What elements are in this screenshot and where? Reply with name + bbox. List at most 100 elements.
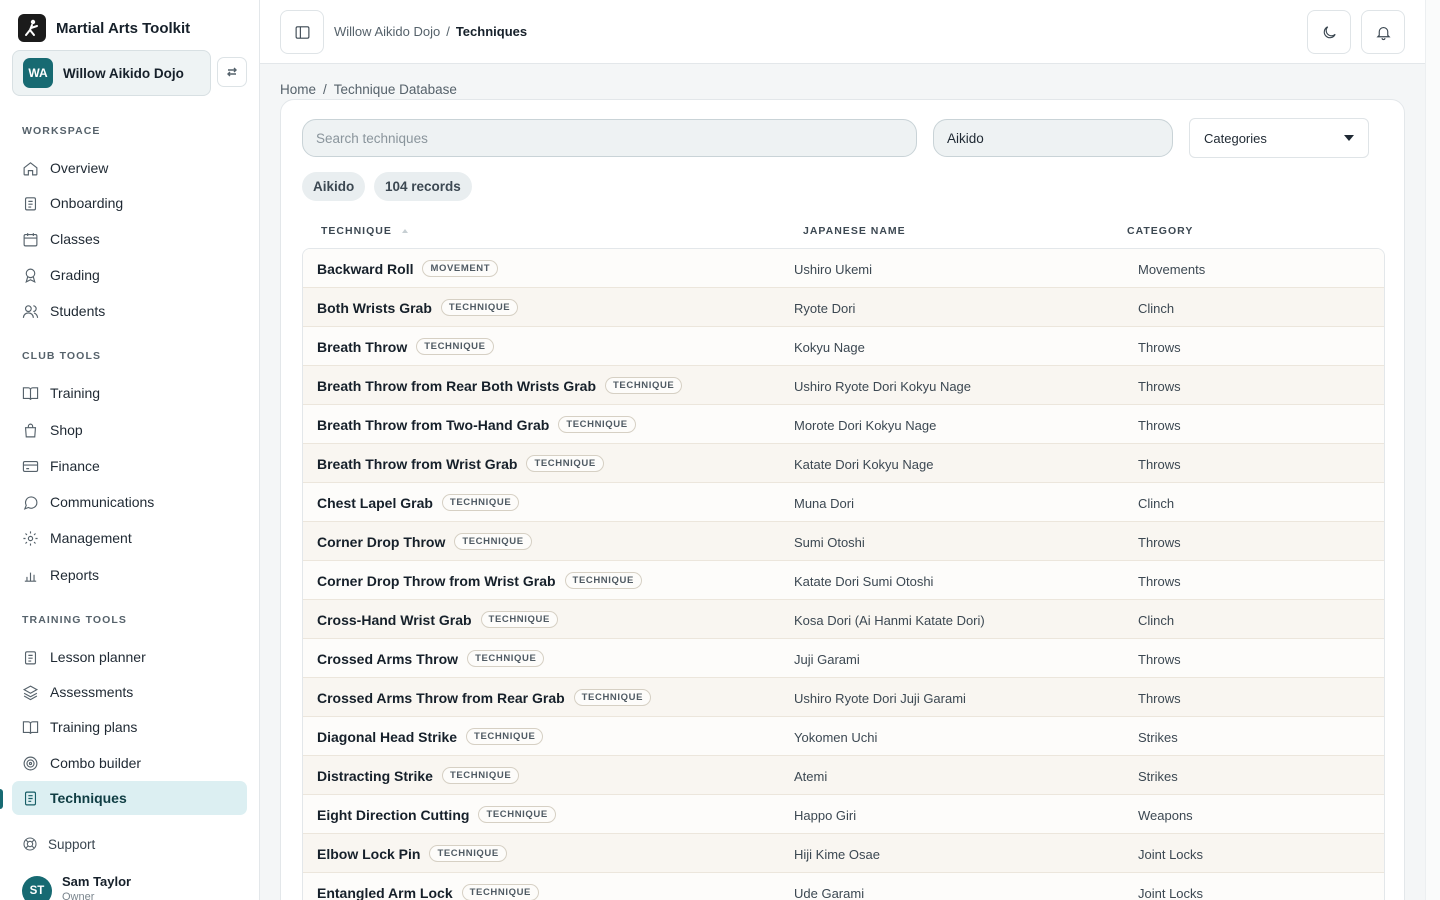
sidebar-item-label: Training plans xyxy=(50,719,138,735)
breadcrumb-current: Technique Database xyxy=(333,82,457,97)
sidebar-item-overview[interactable]: Overview xyxy=(12,151,247,185)
technique-name[interactable]: Breath Throw from Rear Both Wrists Grab xyxy=(317,378,596,394)
table-row[interactable]: Chest Lapel Grab TECHNIQUE Muna Dori Clinch xyxy=(303,483,1384,522)
notifications-button[interactable] xyxy=(1361,10,1405,54)
user-name: Sam Taylor xyxy=(62,874,132,889)
table-row[interactable]: Breath Throw from Two-Hand Grab TECHNIQUE… xyxy=(303,405,1384,444)
type-badge: TECHNIQUE xyxy=(466,728,544,745)
technique-name[interactable]: Diagonal Head Strike xyxy=(317,729,457,745)
table-row[interactable]: Diagonal Head Strike TECHNIQUE Yokomen Uch… xyxy=(303,717,1384,756)
technique-cell: Cross-Hand Wrist Grab TECHNIQUE xyxy=(317,611,558,628)
brand[interactable]: Martial Arts Toolkit xyxy=(18,14,190,42)
table-row[interactable]: Elbow Lock Pin TECHNIQUE Hiji Kime Osae Joi… xyxy=(303,834,1384,873)
technique-name[interactable]: Entangled Arm Lock xyxy=(317,885,453,900)
sidebar-item-classes[interactable]: Classes xyxy=(12,222,247,256)
style-filter-chip[interactable]: Aikido xyxy=(302,172,366,201)
sidebar-item-label: Classes xyxy=(50,231,100,247)
gear-icon xyxy=(23,530,38,546)
table-row[interactable]: Breath Throw from Wrist Grab TECHNIQUE Kat… xyxy=(303,444,1384,483)
table-row[interactable]: Backward Roll MOVEMENT Ushiro Ukemi Movemen… xyxy=(303,249,1384,288)
table-row[interactable]: Entangled Arm Lock TECHNIQUE Ude Garami Joi… xyxy=(303,873,1384,900)
category-cell: Clinch xyxy=(1138,301,1175,316)
sidebar-item-label: Shop xyxy=(50,422,83,438)
table-row[interactable]: Corner Drop Throw from Wrist Grab TECHNIQ… xyxy=(303,561,1384,600)
technique-name[interactable]: Eight Direction Cutting xyxy=(317,807,469,823)
page-scrollbar[interactable] xyxy=(1425,0,1440,900)
type-badge: TECHNIQUE xyxy=(558,416,636,433)
categories-dropdown[interactable]: Categories xyxy=(1189,118,1369,158)
technique-cell: Corner Drop Throw from Wrist Grab TECHNIQ… xyxy=(317,572,642,589)
document-icon xyxy=(24,791,37,805)
technique-name[interactable]: Corner Drop Throw from Wrist Grab xyxy=(317,573,556,589)
technique-cell: Crossed Arms Throw TECHNIQUE xyxy=(317,650,545,667)
technique-name[interactable]: Breath Throw xyxy=(317,339,407,355)
column-header-technique[interactable]: TECHNIQUE xyxy=(321,225,392,237)
breadcrumb-home-link[interactable]: Home xyxy=(280,82,316,97)
category-cell: Throws xyxy=(1138,574,1181,589)
sidebar-item-grading[interactable]: Grading xyxy=(12,258,247,292)
support-link[interactable]: Support xyxy=(22,836,95,852)
search-input[interactable] xyxy=(302,119,917,157)
breadcrumb-separator: / xyxy=(446,24,450,39)
type-badge: TECHNIQUE xyxy=(467,650,545,667)
technique-name[interactable]: Crossed Arms Throw from Rear Grab xyxy=(317,690,565,706)
sidebar-item-finance[interactable]: Finance xyxy=(12,449,247,483)
column-header-category[interactable]: CATEGORY xyxy=(1127,225,1193,237)
type-badge: TECHNIQUE xyxy=(441,494,520,511)
sidebar-item-training-plans[interactable]: Training plans xyxy=(12,710,247,744)
table-row[interactable]: Crossed Arms Throw from Rear Grab TECHNIQ… xyxy=(303,678,1384,717)
table-row[interactable]: Breath Throw TECHNIQUE Kokyu Nage Throws xyxy=(303,327,1384,366)
support-label: Support xyxy=(48,836,96,852)
column-header-japanese-name[interactable]: JAPANESE NAME xyxy=(803,225,906,237)
org-switcher[interactable]: WA Willow Aikido Dojo xyxy=(12,50,211,96)
breadcrumb-org-link[interactable]: Willow Aikido Dojo xyxy=(334,24,440,39)
shopping-bag-icon xyxy=(24,423,37,437)
table-row[interactable]: Breath Throw from Rear Both Wrists Grab T… xyxy=(303,366,1384,405)
sidebar-item-training[interactable]: Training xyxy=(12,376,247,410)
sidebar-item-management[interactable]: Management xyxy=(12,521,247,555)
technique-name[interactable]: Backward Roll xyxy=(317,261,413,277)
calendar-icon xyxy=(23,232,38,246)
sidebar-item-shop[interactable]: Shop xyxy=(12,413,247,447)
table-row[interactable]: Cross-Hand Wrist Grab TECHNIQUE Kosa Dori … xyxy=(303,600,1384,639)
table-row[interactable]: Corner Drop Throw TECHNIQUE Sumi Otoshi Thr… xyxy=(303,522,1384,561)
technique-name[interactable]: Both Wrists Grab xyxy=(317,300,432,316)
technique-name[interactable]: Breath Throw from Wrist Grab xyxy=(317,456,517,472)
type-badge: TECHNIQUE xyxy=(454,533,532,550)
technique-name[interactable]: Chest Lapel Grab xyxy=(317,495,433,511)
bar-chart-icon xyxy=(24,572,37,582)
technique-name[interactable]: Crossed Arms Throw xyxy=(317,651,458,667)
sidebar-item-combo-builder[interactable]: Combo builder xyxy=(12,746,247,780)
table-row[interactable]: Distracting Strike TECHNIQUE Atemi Strikes xyxy=(303,756,1384,795)
table-row[interactable]: Both Wrists Grab TECHNIQUE Ryote Dori Clinc… xyxy=(303,288,1384,327)
sidebar-item-techniques[interactable]: Techniques xyxy=(12,781,247,815)
type-badge: TECHNIQUE xyxy=(461,884,539,900)
sidebar-item-reports[interactable]: Reports xyxy=(12,558,247,592)
technique-cell: Elbow Lock Pin TECHNIQUE xyxy=(317,845,507,862)
swap-org-button[interactable] xyxy=(217,57,247,87)
technique-name[interactable]: Breath Throw from Two-Hand Grab xyxy=(317,417,549,433)
user-profile[interactable]: ST Sam Taylor Owner xyxy=(22,874,131,900)
sidebar-item-assessments[interactable]: Assessments xyxy=(12,675,247,709)
sidebar-item-lesson-planner[interactable]: Lesson planner xyxy=(12,640,247,674)
table-row[interactable]: Crossed Arms Throw TECHNIQUE Juji Garami Th… xyxy=(303,639,1384,678)
technique-name[interactable]: Corner Drop Throw xyxy=(317,534,445,550)
breadcrumb-current: Techniques xyxy=(455,24,528,39)
type-badge: TECHNIQUE xyxy=(478,806,556,823)
technique-database-card: Aikido Categories Aikido 104 records TEC… xyxy=(280,99,1405,900)
theme-toggle-button[interactable] xyxy=(1307,10,1351,54)
sidebar-item-label: Students xyxy=(50,303,106,319)
technique-cell: Chest Lapel Grab TECHNIQUE xyxy=(317,494,520,511)
sidebar-item-communications[interactable]: Communications xyxy=(12,485,247,519)
type-badge: TECHNIQUE xyxy=(573,689,652,706)
sidebar-item-onboarding[interactable]: Onboarding xyxy=(12,186,247,220)
toggle-sidebar-button[interactable] xyxy=(280,10,324,54)
sidebar-item-students[interactable]: Students xyxy=(12,294,247,328)
martial-art-style-field[interactable]: Aikido xyxy=(933,119,1173,157)
technique-name[interactable]: Distracting Strike xyxy=(317,768,433,784)
sidebar-panel-icon xyxy=(295,25,309,39)
table-row[interactable]: Eight Direction Cutting TECHNIQUE Happo Gi… xyxy=(303,795,1384,834)
technique-name[interactable]: Cross-Hand Wrist Grab xyxy=(317,612,472,628)
technique-name[interactable]: Elbow Lock Pin xyxy=(317,846,420,862)
records-count-badge: 104 records xyxy=(374,172,472,201)
